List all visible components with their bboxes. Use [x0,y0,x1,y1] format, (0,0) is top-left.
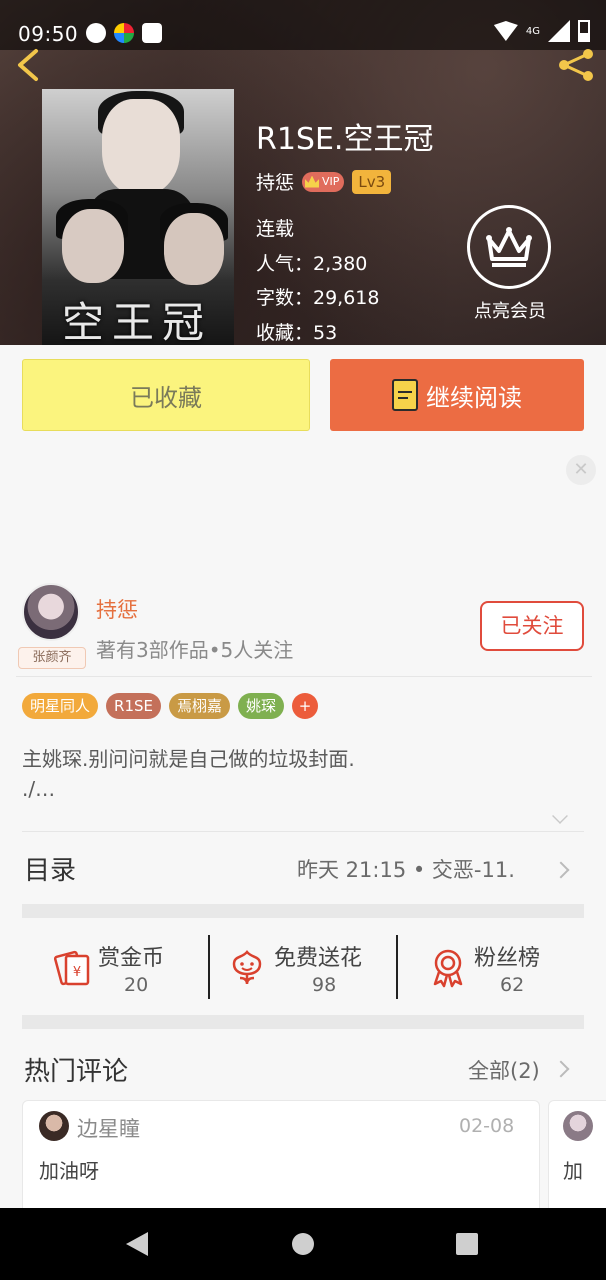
status-bar: 09:50 4G [0,0,606,50]
stat-value: 20 [124,974,149,996]
battery-icon [578,20,590,42]
divider [22,831,584,832]
author-name-link[interactable]: 持惩 [256,168,294,195]
cover-title-text: 空王冠 [62,298,213,345]
tag-item[interactable]: R1SE [106,693,161,719]
section-separator [22,1015,584,1029]
stat-label: 赏金币 [98,946,165,971]
commenter-avatar[interactable] [39,1111,69,1141]
tag-item[interactable]: 明星同人 [22,693,99,719]
book-description[interactable]: 主姚琛.别问问就是自己做的垃圾封面. ./… [22,744,582,804]
toc-title[interactable]: 目录 [24,850,76,887]
author-avatar[interactable] [22,583,80,641]
author-row: 持惩 VIP Lv3 [256,168,392,195]
reward-coins-button[interactable]: ¥ 赏金币 20 [52,940,182,998]
tag-list: 明星同人 R1SE 焉栩嘉 姚琛 + [22,693,319,719]
all-comments-link[interactable]: 全部(2) [468,1055,540,1085]
app-notification-icon [114,23,134,43]
book-header: 空王冠 R1SE.空王冠 持惩 VIP Lv3 连载 人气：2,380 字数：2… [0,0,606,345]
chevron-left-icon [18,49,38,81]
author-stats: 著有3部作品•5人关注 [96,638,294,662]
latest-chapter[interactable]: 昨天 21:15 • 交恶-11. [297,854,515,884]
flower-icon [232,950,262,985]
nav-recents-icon[interactable] [456,1233,478,1255]
ad-close-button[interactable]: ✕ [566,455,596,485]
share-button[interactable] [554,48,598,82]
add-tag-button[interactable]: + [292,693,319,719]
share-icon [559,49,593,81]
member-label: 点亮会员 [474,301,546,322]
comment-card[interactable]: 边星瞳 02-08 加油呀 [22,1100,540,1220]
crown-icon [305,175,320,188]
wechat-icon [86,23,106,43]
network-type: 4G [525,25,540,37]
book-detail-screen: 空王冠 R1SE.空王冠 持惩 VIP Lv3 连载 人气：2,380 字数：2… [0,0,606,1280]
word-count: 字数：29,618 [256,287,380,309]
stat-value: 98 [312,974,337,996]
tag-item[interactable]: 焉栩嘉 [168,693,230,719]
book-icon [392,379,418,411]
chevron-down-icon[interactable] [552,808,568,824]
divider [208,935,210,999]
commenter-name[interactable]: 边星瞳 [77,1113,140,1143]
level-badge: Lv3 [352,169,392,194]
popularity-count: 人气：2,380 [256,252,368,275]
favorites-count: 收藏：53 [256,321,338,344]
wifi-icon [493,21,518,41]
send-flowers-button[interactable]: 免费送花 98 [230,940,380,998]
book-title: R1SE.空王冠 [256,122,434,157]
chevron-right-icon [552,861,570,879]
comment-text: 加油呀 [39,1159,99,1183]
divider [16,676,592,677]
book-cover[interactable]: 空王冠 [42,89,234,345]
description-line: ./… [22,777,56,801]
serial-status: 连载 [256,218,295,240]
divider [396,935,398,999]
comment-date: 02-08 [459,1115,515,1137]
signal-icon [548,20,570,42]
stat-label: 粉丝榜 [474,946,541,971]
stat-value: 62 [500,974,525,996]
comment-card[interactable]: 加 [548,1100,606,1220]
follow-button[interactable]: 已关注 [480,601,584,651]
red-envelope-icon: ¥ [54,950,90,986]
award-icon [433,949,463,988]
section-separator [22,904,584,918]
description-line: 主姚琛.别问问就是自己做的垃圾封面. [22,747,355,771]
nav-home-icon[interactable] [292,1233,314,1255]
activate-member-button[interactable]: 点亮会员 [465,205,553,322]
status-time: 09:50 [18,22,79,46]
stat-label: 免费送花 [274,946,363,971]
book-meta: 连载 人气：2,380 字数：29,618 收藏：53 [256,212,379,345]
continue-reading-label: 继续阅读 [426,383,522,412]
author-name[interactable]: 持惩 [96,594,138,624]
svg-text:¥: ¥ [73,965,81,980]
back-button[interactable] [14,48,44,82]
vip-label: VIP [322,175,340,188]
hot-comments-title: 热门评论 [24,1057,129,1087]
continue-reading-button[interactable]: 继续阅读 [330,359,584,431]
image-icon [142,23,162,43]
fan-ranking-button[interactable]: 粉丝榜 62 [430,940,560,998]
vip-badge: VIP [302,171,345,192]
comment-text: 加 [563,1159,583,1183]
commenter-avatar[interactable] [563,1111,593,1141]
crown-icon [467,205,551,289]
avatar-tag: 张颜齐 [18,647,86,669]
chevron-right-icon [552,1060,570,1078]
tag-item[interactable]: 姚琛 [238,693,285,719]
saved-button[interactable]: 已收藏 [22,359,310,431]
